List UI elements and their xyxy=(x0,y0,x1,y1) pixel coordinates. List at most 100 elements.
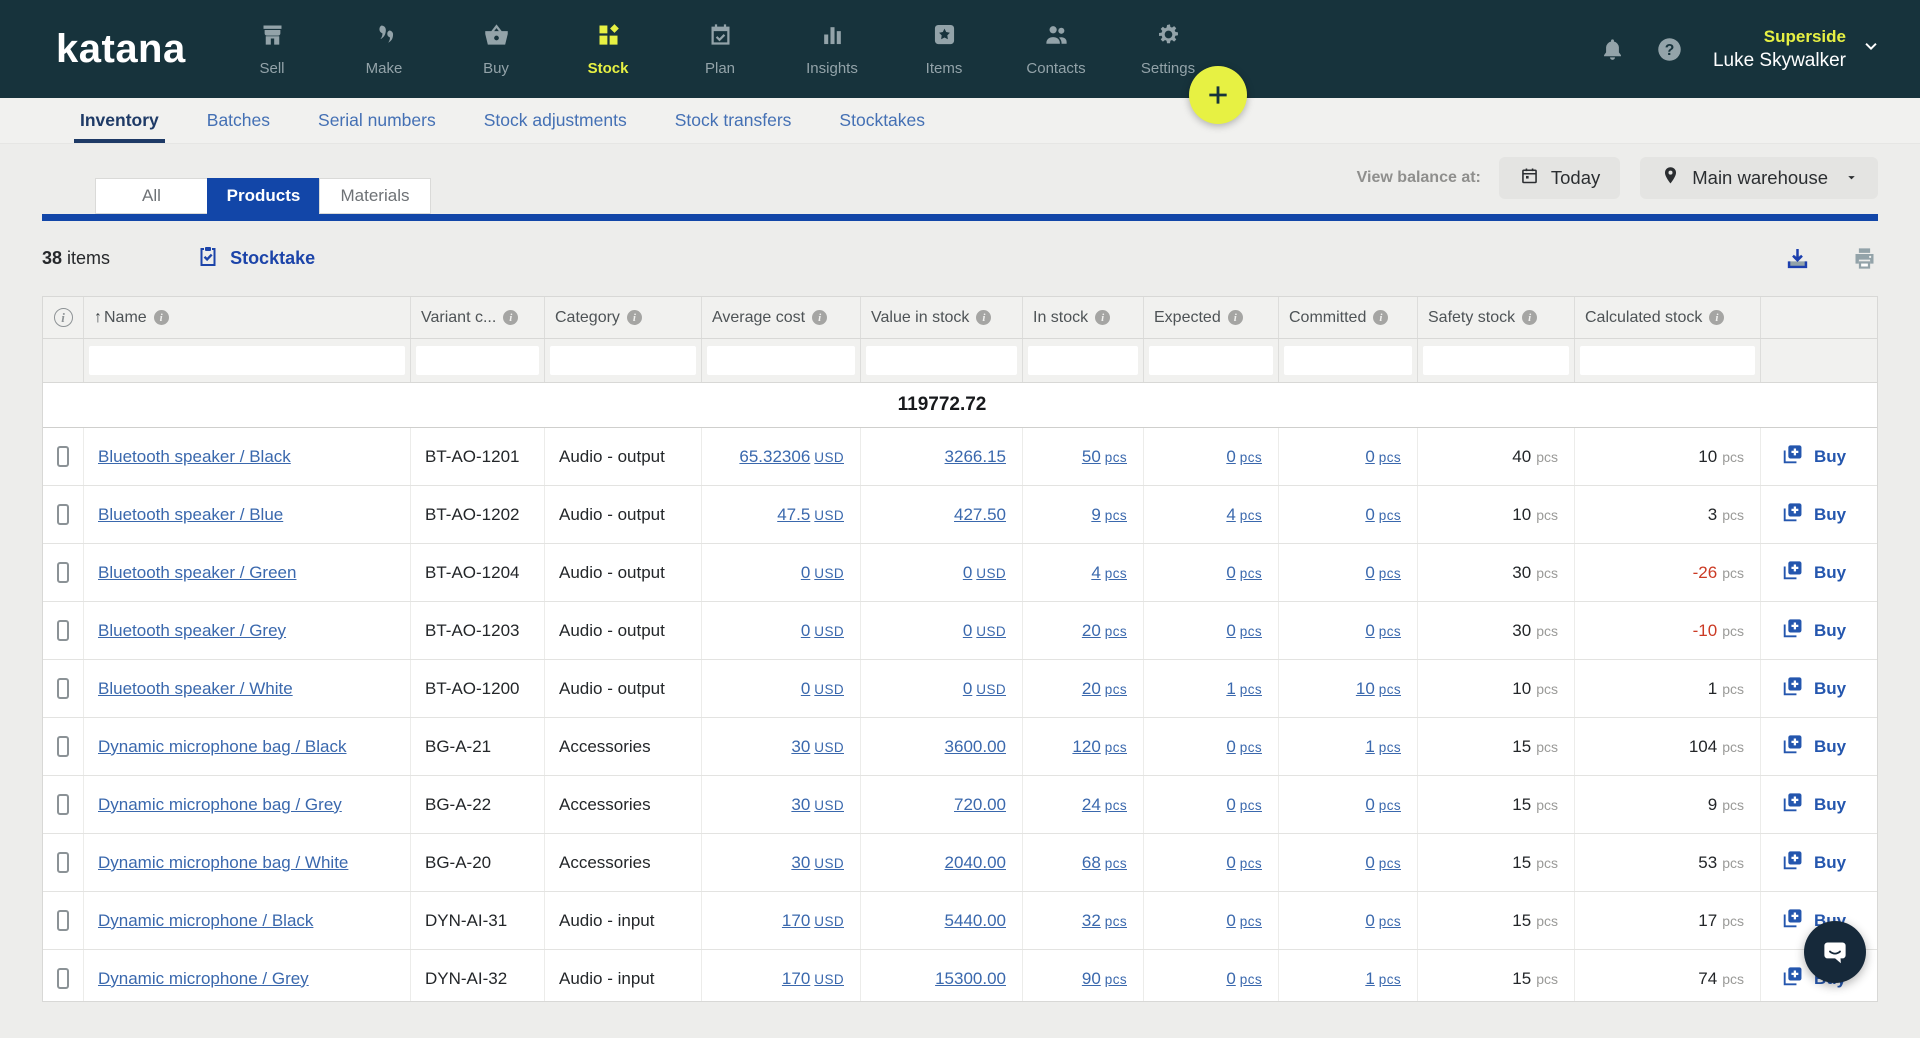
value-in-stock-link[interactable]: 0USD xyxy=(963,621,1006,641)
filter-input-in-stock[interactable] xyxy=(1028,346,1138,375)
value-in-stock-link[interactable]: 0USD xyxy=(963,563,1006,583)
value-in-stock-link[interactable]: 2040.00 xyxy=(945,853,1006,873)
in-stock-link[interactable]: 120pcs xyxy=(1072,737,1127,757)
product-link[interactable]: Dynamic microphone / Black xyxy=(98,911,313,931)
column-header-in-stock[interactable]: In stocki xyxy=(1023,297,1144,338)
committed-link[interactable]: 0pcs xyxy=(1365,621,1401,641)
in-stock-link[interactable]: 24pcs xyxy=(1082,795,1127,815)
nav-item-stock[interactable]: Stock xyxy=(552,21,664,77)
value-in-stock-link[interactable]: 427.50 xyxy=(954,505,1006,525)
committed-link[interactable]: 0pcs xyxy=(1365,911,1401,931)
subnav-item-stock-transfers[interactable]: Stock transfers xyxy=(651,98,816,143)
print-icon[interactable] xyxy=(1851,245,1878,272)
value-in-stock-link[interactable]: 0USD xyxy=(963,679,1006,699)
average-cost-link[interactable]: 65.32306USD xyxy=(739,447,844,467)
expected-link[interactable]: 0pcs xyxy=(1226,969,1262,989)
nav-item-contacts[interactable]: Contacts xyxy=(1000,21,1112,77)
row-checkbox[interactable] xyxy=(57,910,69,931)
download-icon[interactable] xyxy=(1784,245,1811,272)
nav-item-sell[interactable]: Sell xyxy=(216,21,328,77)
product-link[interactable]: Dynamic microphone bag / Grey xyxy=(98,795,342,815)
row-checkbox[interactable] xyxy=(57,446,69,467)
row-checkbox[interactable] xyxy=(57,562,69,583)
column-header-name[interactable]: ↑Namei xyxy=(84,297,411,338)
in-stock-link[interactable]: 50pcs xyxy=(1082,447,1127,467)
subnav-item-stock-adjustments[interactable]: Stock adjustments xyxy=(460,98,651,143)
buy-button[interactable]: Buy xyxy=(1780,732,1846,762)
in-stock-link[interactable]: 20pcs xyxy=(1082,621,1127,641)
subnav-item-stocktakes[interactable]: Stocktakes xyxy=(815,98,949,143)
committed-link[interactable]: 0pcs xyxy=(1365,505,1401,525)
product-link[interactable]: Bluetooth speaker / Green xyxy=(98,563,296,583)
notifications-bell-icon[interactable] xyxy=(1599,36,1626,63)
committed-link[interactable]: 0pcs xyxy=(1365,853,1401,873)
column-header-value-in-stock[interactable]: Value in stocki xyxy=(861,297,1023,338)
expected-link[interactable]: 0pcs xyxy=(1226,795,1262,815)
filter-input-committed[interactable] xyxy=(1284,346,1412,375)
chat-button[interactable] xyxy=(1804,921,1866,983)
nav-item-make[interactable]: Make xyxy=(328,21,440,77)
average-cost-link[interactable]: 30USD xyxy=(791,795,844,815)
expected-link[interactable]: 0pcs xyxy=(1226,853,1262,873)
committed-link[interactable]: 10pcs xyxy=(1356,679,1401,699)
subnav-item-serial-numbers[interactable]: Serial numbers xyxy=(294,98,460,143)
average-cost-link[interactable]: 170USD xyxy=(782,911,844,931)
filter-input-name[interactable] xyxy=(89,346,405,375)
filter-input-category[interactable] xyxy=(550,346,696,375)
column-header-safety-stock[interactable]: Safety stocki xyxy=(1418,297,1575,338)
product-link[interactable]: Dynamic microphone bag / White xyxy=(98,853,348,873)
subnav-item-inventory[interactable]: Inventory xyxy=(56,98,183,143)
column-header-category[interactable]: Categoryi xyxy=(545,297,702,338)
stocktake-button[interactable]: Stocktake xyxy=(196,244,315,273)
committed-link[interactable]: 0pcs xyxy=(1365,795,1401,815)
warehouse-filter-button[interactable]: Main warehouse xyxy=(1640,157,1878,199)
account-menu[interactable]: Superside Luke Skywalker xyxy=(1713,26,1880,73)
committed-link[interactable]: 0pcs xyxy=(1365,563,1401,583)
in-stock-link[interactable]: 32pcs xyxy=(1082,911,1127,931)
create-new-button[interactable] xyxy=(1189,66,1247,124)
row-checkbox[interactable] xyxy=(57,794,69,815)
row-checkbox[interactable] xyxy=(57,620,69,641)
filter-input-calculated-stock[interactable] xyxy=(1580,346,1755,375)
row-checkbox[interactable] xyxy=(57,678,69,699)
column-header-variant-c[interactable]: Variant c...i xyxy=(411,297,545,338)
row-checkbox[interactable] xyxy=(57,852,69,873)
product-link[interactable]: Bluetooth speaker / Grey xyxy=(98,621,286,641)
row-checkbox[interactable] xyxy=(57,504,69,525)
expected-link[interactable]: 0pcs xyxy=(1226,737,1262,757)
expected-link[interactable]: 4pcs xyxy=(1226,505,1262,525)
nav-item-buy[interactable]: Buy xyxy=(440,21,552,77)
committed-link[interactable]: 1pcs xyxy=(1365,737,1401,757)
column-header-calculated-stock[interactable]: Calculated stocki xyxy=(1575,297,1761,338)
column-header-expected[interactable]: Expectedi xyxy=(1144,297,1279,338)
buy-button[interactable]: Buy xyxy=(1780,790,1846,820)
row-checkbox[interactable] xyxy=(57,736,69,757)
in-stock-link[interactable]: 20pcs xyxy=(1082,679,1127,699)
expected-link[interactable]: 0pcs xyxy=(1226,447,1262,467)
product-link[interactable]: Bluetooth speaker / White xyxy=(98,679,293,699)
filter-input-average-cost[interactable] xyxy=(707,346,855,375)
in-stock-link[interactable]: 90pcs xyxy=(1082,969,1127,989)
in-stock-link[interactable]: 9pcs xyxy=(1091,505,1127,525)
column-header-average-cost[interactable]: Average costi xyxy=(702,297,861,338)
product-link[interactable]: Bluetooth speaker / Black xyxy=(98,447,291,467)
filter-input-expected[interactable] xyxy=(1149,346,1273,375)
expected-link[interactable]: 0pcs xyxy=(1226,621,1262,641)
average-cost-link[interactable]: 47.5USD xyxy=(777,505,844,525)
value-in-stock-link[interactable]: 3600.00 xyxy=(945,737,1006,757)
buy-button[interactable]: Buy xyxy=(1780,442,1846,472)
tab-all[interactable]: All xyxy=(95,178,207,214)
filter-input-safety-stock[interactable] xyxy=(1423,346,1569,375)
expected-link[interactable]: 0pcs xyxy=(1226,911,1262,931)
date-filter-button[interactable]: Today xyxy=(1499,157,1620,199)
column-header-committed[interactable]: Committedi xyxy=(1279,297,1418,338)
row-checkbox[interactable] xyxy=(57,968,69,989)
tab-products[interactable]: Products xyxy=(207,178,319,214)
average-cost-link[interactable]: 170USD xyxy=(782,969,844,989)
committed-link[interactable]: 1pcs xyxy=(1365,969,1401,989)
average-cost-link[interactable]: 0USD xyxy=(801,679,844,699)
product-link[interactable]: Bluetooth speaker / Blue xyxy=(98,505,283,525)
buy-button[interactable]: Buy xyxy=(1780,558,1846,588)
expected-link[interactable]: 0pcs xyxy=(1226,563,1262,583)
nav-item-items[interactable]: Items xyxy=(888,21,1000,77)
